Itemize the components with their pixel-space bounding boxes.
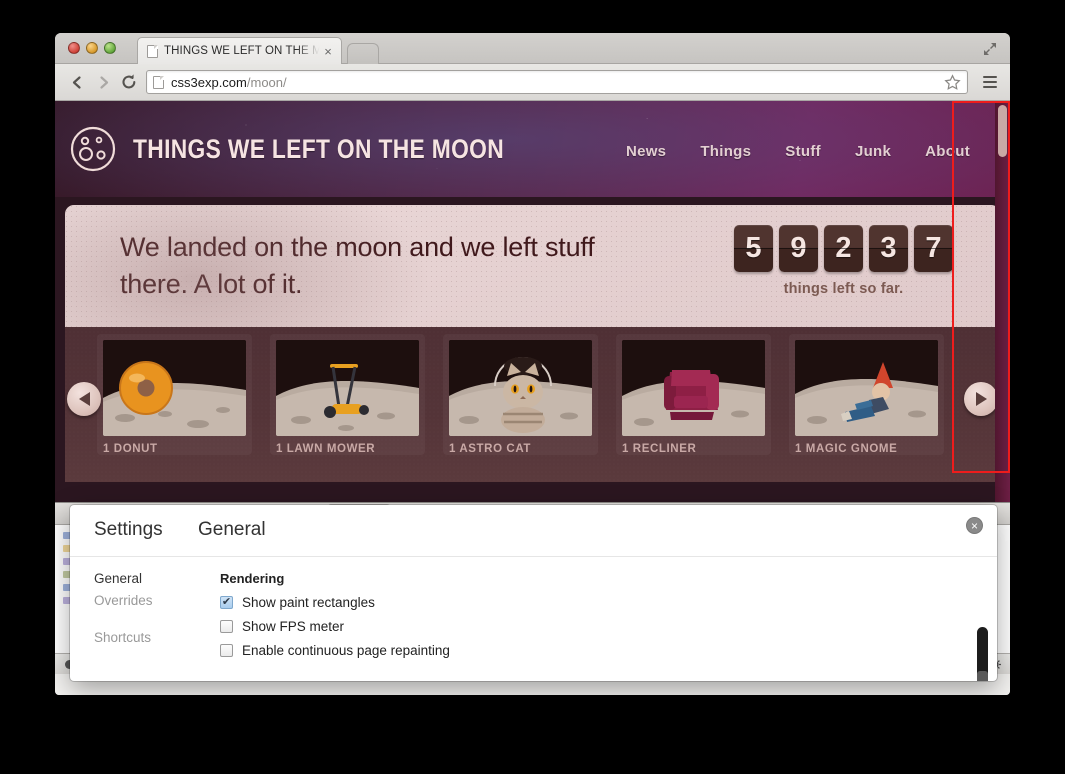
card-caption: 1 DONUT — [103, 443, 158, 455]
brand[interactable]: THINGS WE LEFT ON THE MOON — [69, 125, 564, 173]
checkbox-show-fps-meter[interactable]: Show FPS meter — [220, 619, 997, 634]
carousel-card[interactable]: 1 ASTRO CAT — [443, 334, 598, 455]
checkbox-enable-continuous-page-repainting[interactable]: Enable continuous page repainting — [220, 643, 997, 658]
nav-item-news[interactable]: News — [626, 143, 666, 160]
close-icon[interactable]: × — [966, 517, 983, 534]
page-scrollbar-thumb[interactable] — [998, 105, 1007, 157]
address-bar[interactable]: css3exp.com/moon/ — [146, 70, 968, 94]
screen: THINGS WE LEFT ON THE M × css3exp.com/mo… — [0, 0, 1065, 774]
settings-item-general[interactable]: General — [94, 571, 198, 586]
card-thumbnail — [103, 340, 246, 436]
carousel-card[interactable]: 1 DONUT — [97, 334, 252, 455]
back-arrow-icon[interactable] — [64, 70, 90, 94]
close-window-button[interactable] — [68, 42, 80, 54]
counter-digit: 3 — [869, 225, 908, 272]
card-caption: 1 ASTRO CAT — [449, 443, 531, 455]
recliner-art-icon — [622, 340, 765, 436]
settings-pane-title: General — [198, 519, 266, 540]
reload-icon[interactable] — [116, 70, 142, 94]
checkbox-show-paint-rectangles[interactable]: ✔ Show paint rectangles — [220, 595, 997, 610]
checkbox-box[interactable] — [220, 620, 233, 633]
counter-digit: 7 — [914, 225, 953, 272]
checkbox-label: Show paint rectangles — [242, 595, 375, 610]
moon-logo-icon — [70, 126, 116, 172]
cat-art-icon — [449, 340, 592, 436]
nav-item-about[interactable]: About — [925, 143, 970, 160]
checkbox-box[interactable] — [220, 644, 233, 657]
counter-digit: 5 — [734, 225, 773, 272]
counter-label: things left so far. — [783, 281, 904, 297]
card-thumbnail — [449, 340, 592, 436]
settings-item-overrides[interactable]: Overrides — [94, 593, 198, 608]
counter-digits: 5 9 2 3 7 — [734, 225, 953, 272]
counter-digit: 9 — [779, 225, 818, 272]
page-info-icon[interactable] — [153, 75, 164, 89]
card-caption: 1 MAGIC GNOME — [795, 443, 898, 455]
rendering-section-title: Rendering — [220, 571, 285, 586]
close-tab-icon[interactable]: × — [321, 45, 335, 58]
settings-dialog: Settings General × General Overrides Sho… — [70, 505, 997, 681]
carousel-card[interactable]: 1 LAWN MOWER — [270, 334, 425, 455]
hamburger-menu-icon[interactable] — [979, 70, 1001, 94]
tab-strip: THINGS WE LEFT ON THE M × — [55, 33, 1010, 64]
new-tab-button[interactable] — [347, 43, 379, 64]
hero-headline: We landed on the moon and we left stuff … — [120, 232, 595, 300]
settings-header: Settings General × — [70, 505, 997, 557]
address-bar-url: css3exp.com/moon/ — [171, 75, 287, 90]
carousel-prev-arrow[interactable] — [67, 382, 101, 416]
carousel-card[interactable]: 1 MAGIC GNOME — [789, 334, 944, 455]
browser-tab[interactable]: THINGS WE LEFT ON THE M × — [137, 37, 342, 64]
things-counter: 5 9 2 3 7 things left so far. — [734, 225, 953, 297]
site-nav: News Things Stuff Junk About — [626, 143, 970, 160]
settings-title: Settings — [94, 519, 163, 540]
settings-content: Rendering ✔ Show paint rectangles Show F… — [198, 557, 997, 681]
carousel-card[interactable]: 1 RECLINER — [616, 334, 771, 455]
gnome-art-icon — [795, 340, 938, 436]
fullscreen-icon[interactable] — [982, 41, 998, 57]
url-domain: css3exp.com — [171, 74, 247, 90]
nav-item-stuff[interactable]: Stuff — [785, 143, 821, 160]
maximize-window-button[interactable] — [104, 42, 116, 54]
mower-art-icon — [276, 340, 419, 436]
star-icon[interactable] — [944, 73, 961, 91]
counter-digit: 2 — [824, 225, 863, 272]
browser-window: THINGS WE LEFT ON THE M × css3exp.com/mo… — [55, 33, 1010, 695]
minimize-window-button[interactable] — [86, 42, 98, 54]
hero-panel: We landed on the moon and we left stuff … — [65, 205, 1000, 327]
checkbox-label: Enable continuous page repainting — [242, 643, 450, 658]
forward-arrow-icon[interactable] — [90, 70, 116, 94]
card-caption: 1 LAWN MOWER — [276, 443, 376, 455]
brand-name: THINGS WE LEFT ON THE MOON — [133, 133, 505, 164]
url-path: /moon/ — [246, 74, 287, 90]
carousel-cards: 1 DONUT 1 LAWN MOWER 1 ASTRO CAT 1 RECLI… — [97, 334, 944, 455]
window-controls — [68, 42, 116, 54]
card-caption: 1 RECLINER — [622, 443, 697, 455]
card-thumbnail — [795, 340, 938, 436]
donut-art-icon — [103, 340, 246, 436]
browser-toolbar: css3exp.com/moon/ — [55, 64, 1010, 101]
carousel-next-arrow[interactable] — [964, 382, 998, 416]
tab-title: THINGS WE LEFT ON THE M — [164, 45, 321, 57]
nav-item-junk[interactable]: Junk — [855, 143, 891, 160]
card-thumbnail — [276, 340, 419, 436]
page-favicon-icon — [147, 44, 158, 58]
settings-body: General Overrides Shortcuts Rendering ✔ … — [70, 557, 997, 681]
nav-item-things[interactable]: Things — [700, 143, 751, 160]
settings-item-shortcuts[interactable]: Shortcuts — [94, 630, 198, 645]
carousel: 1 DONUT 1 LAWN MOWER 1 ASTRO CAT 1 RECLI… — [65, 327, 1000, 482]
site-header: THINGS WE LEFT ON THE MOON News Things S… — [55, 101, 1010, 197]
settings-sidebar: General Overrides Shortcuts — [70, 557, 198, 681]
settings-scrollbar[interactable] — [977, 627, 988, 681]
card-thumbnail — [622, 340, 765, 436]
checkbox-label: Show FPS meter — [242, 619, 345, 634]
checkbox-box[interactable]: ✔ — [220, 596, 233, 609]
